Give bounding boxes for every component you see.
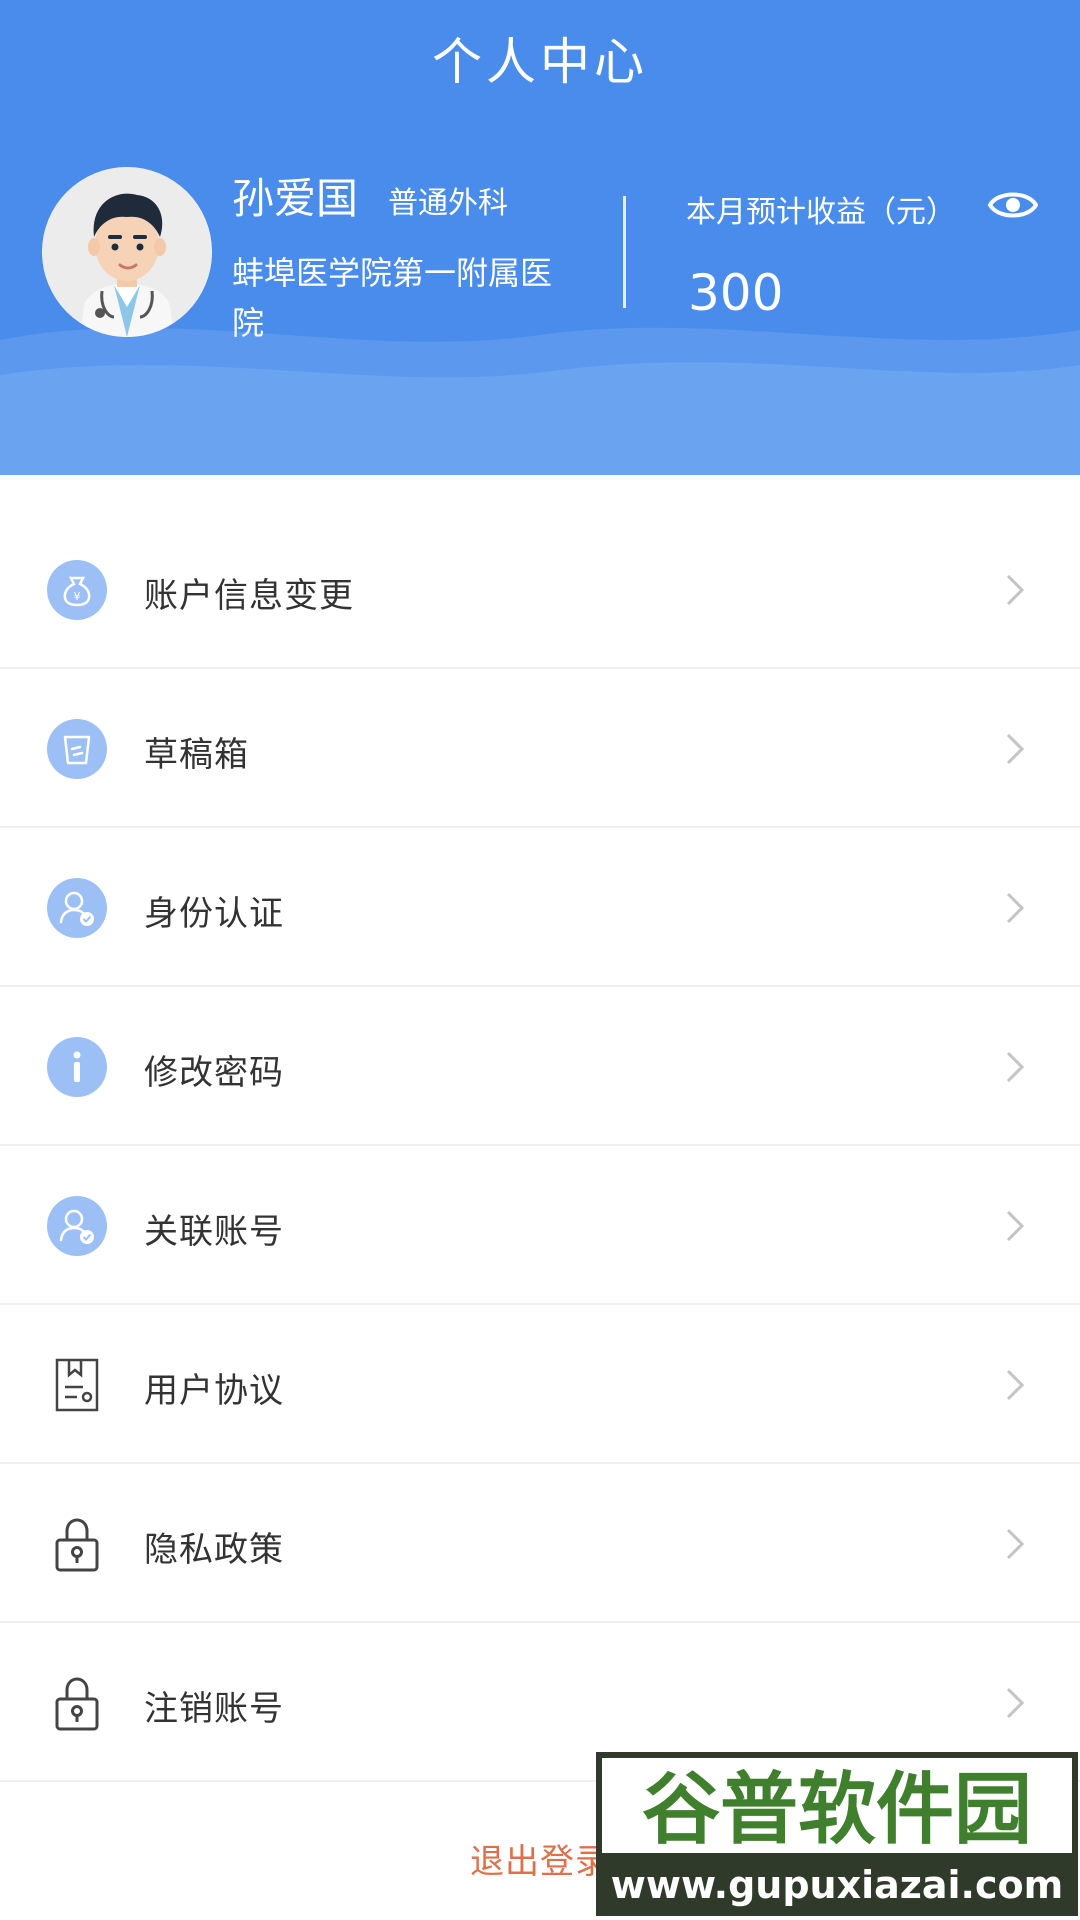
svg-text:¥: ¥ (74, 590, 81, 603)
chevron-right-icon (1006, 892, 1025, 924)
menu-item-user-agreement[interactable]: 用户协议 (0, 1305, 1080, 1464)
menu-item-drafts[interactable]: 草稿箱 (0, 669, 1080, 828)
personal-center-page: 个人中心 孙爱国 普通外科 蚌埠医学院第一附属医院 本月预计收益（元） 300 … (0, 0, 1080, 1920)
settings-menu: ¥ 账户信息变更 草稿箱 身份认证 修改密码 关联账号 用户协议 隐私政策 注销… (0, 510, 1080, 1782)
doctor-avatar[interactable] (42, 167, 212, 337)
chevron-right-icon (1006, 574, 1025, 606)
chevron-right-icon (1006, 1210, 1025, 1242)
menu-item-label: 修改密码 (144, 1053, 284, 1093)
lock-icon (55, 1677, 99, 1731)
eye-icon[interactable] (988, 185, 1038, 225)
svg-text:www.gupuxiazai.com: www.gupuxiazai.com (611, 1863, 1063, 1907)
chevron-right-icon (1006, 1687, 1025, 1719)
user-verified-icon (47, 878, 107, 938)
menu-item-label: 用户协议 (144, 1371, 284, 1411)
site-watermark-logo: 谷普软件园 www.gupuxiazai.com (596, 1752, 1078, 1916)
user-verified-icon (47, 1196, 107, 1256)
menu-item-label: 隐私政策 (144, 1530, 284, 1570)
chevron-right-icon (1006, 733, 1025, 765)
monthly-income-value: 300 (688, 264, 784, 322)
chevron-right-icon (1006, 1369, 1025, 1401)
menu-item-identity-verification[interactable]: 身份认证 (0, 828, 1080, 987)
page-title: 个人中心 (432, 33, 648, 91)
monthly-income-label: 本月预计收益（元） (686, 195, 956, 230)
profile-header: 个人中心 孙爱国 普通外科 蚌埠医学院第一附属医院 本月预计收益（元） 300 (0, 0, 1080, 475)
header-divider (623, 196, 626, 308)
lock-icon (55, 1518, 99, 1572)
user-hospital: 蚌埠医学院第一附属医院 (232, 254, 553, 342)
user-department: 普通外科 (388, 186, 508, 221)
svg-text:谷普软件园: 谷普软件园 (642, 1765, 1032, 1855)
menu-item-label: 注销账号 (144, 1689, 284, 1729)
menu-item-privacy-policy[interactable]: 隐私政策 (0, 1464, 1080, 1623)
menu-item-label: 身份认证 (144, 894, 284, 934)
doctor-avatar-icon (42, 167, 212, 337)
document-icon (55, 1358, 99, 1412)
menu-item-label: 关联账号 (144, 1212, 284, 1252)
trash-bin-icon (47, 719, 107, 779)
user-name: 孙爱国 (232, 174, 359, 223)
info-icon (47, 1037, 107, 1097)
menu-item-label: 草稿箱 (144, 735, 249, 775)
chevron-right-icon (1006, 1051, 1025, 1083)
chevron-right-icon (1006, 1528, 1025, 1560)
menu-item-label: 账户信息变更 (144, 576, 354, 616)
menu-item-account-info[interactable]: ¥ 账户信息变更 (0, 510, 1080, 669)
menu-item-change-password[interactable]: 修改密码 (0, 987, 1080, 1146)
menu-item-linked-accounts[interactable]: 关联账号 (0, 1146, 1080, 1305)
money-bag-icon: ¥ (47, 560, 107, 620)
